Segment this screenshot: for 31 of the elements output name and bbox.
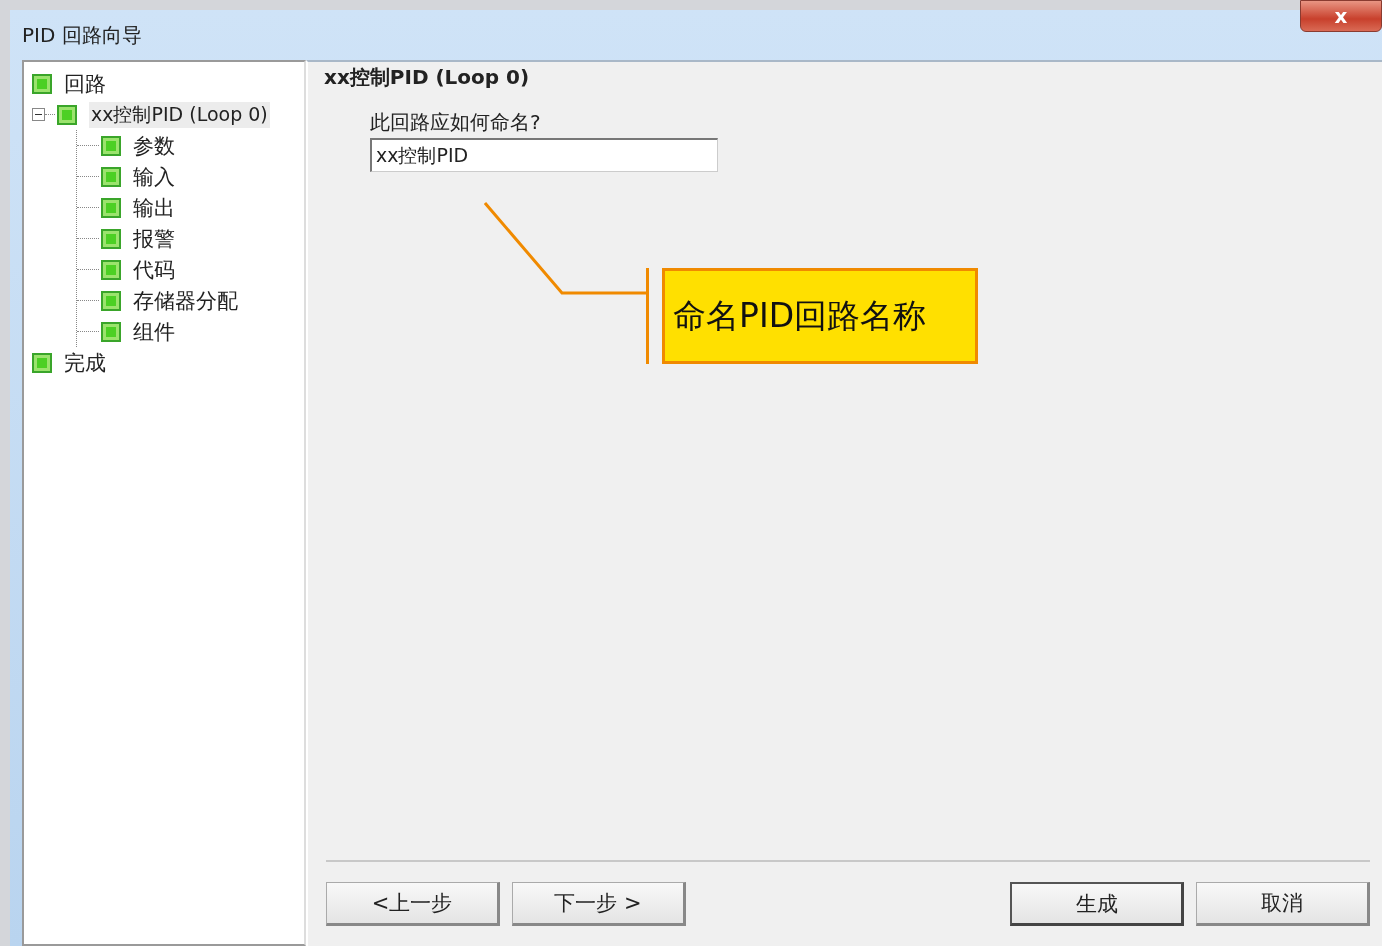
status-square-icon bbox=[32, 352, 52, 373]
tree-item[interactable]: 组件 bbox=[133, 317, 175, 346]
wizard-button[interactable]: 取消 bbox=[1196, 882, 1370, 926]
window-title: PID 回路向导 bbox=[22, 21, 142, 49]
name-input-field[interactable]: xx控制PID bbox=[370, 138, 718, 172]
status-square-icon bbox=[101, 321, 121, 342]
tree-item[interactable]: 回路 bbox=[64, 69, 106, 98]
tree-item[interactable]: 完成 bbox=[64, 348, 106, 377]
status-square-icon bbox=[101, 259, 121, 280]
tree-item[interactable]: 输出 bbox=[133, 193, 175, 222]
wizard-button[interactable]: 下一步 > bbox=[512, 882, 686, 926]
wizard-button[interactable]: 生成 bbox=[1010, 882, 1184, 926]
tree-item[interactable]: 存储器分配 bbox=[133, 286, 238, 315]
callout-note: 命名PID回路名称 bbox=[662, 268, 978, 364]
tree-item[interactable]: 报警 bbox=[133, 224, 175, 253]
collapse-toggle-icon[interactable] bbox=[32, 108, 45, 121]
tree-item[interactable]: 代码 bbox=[133, 255, 175, 284]
status-square-icon bbox=[101, 135, 121, 156]
close-button[interactable]: x bbox=[1300, 0, 1382, 32]
wizard-button[interactable]: <上一步 bbox=[326, 882, 500, 926]
tree-item[interactable]: xx控制PID (Loop 0) bbox=[89, 101, 270, 128]
status-square-icon bbox=[101, 290, 121, 311]
status-square-icon bbox=[101, 197, 121, 218]
status-square-icon bbox=[57, 104, 77, 125]
status-square-icon bbox=[101, 166, 121, 187]
status-square-icon bbox=[101, 228, 121, 249]
status-square-icon bbox=[32, 73, 52, 94]
tree-item[interactable]: 参数 bbox=[133, 131, 175, 160]
tree-item[interactable]: 输入 bbox=[133, 162, 175, 191]
page-heading: xx控制PID (Loop 0) bbox=[324, 64, 531, 91]
question-label: 此回路应如何命名? bbox=[370, 109, 542, 136]
